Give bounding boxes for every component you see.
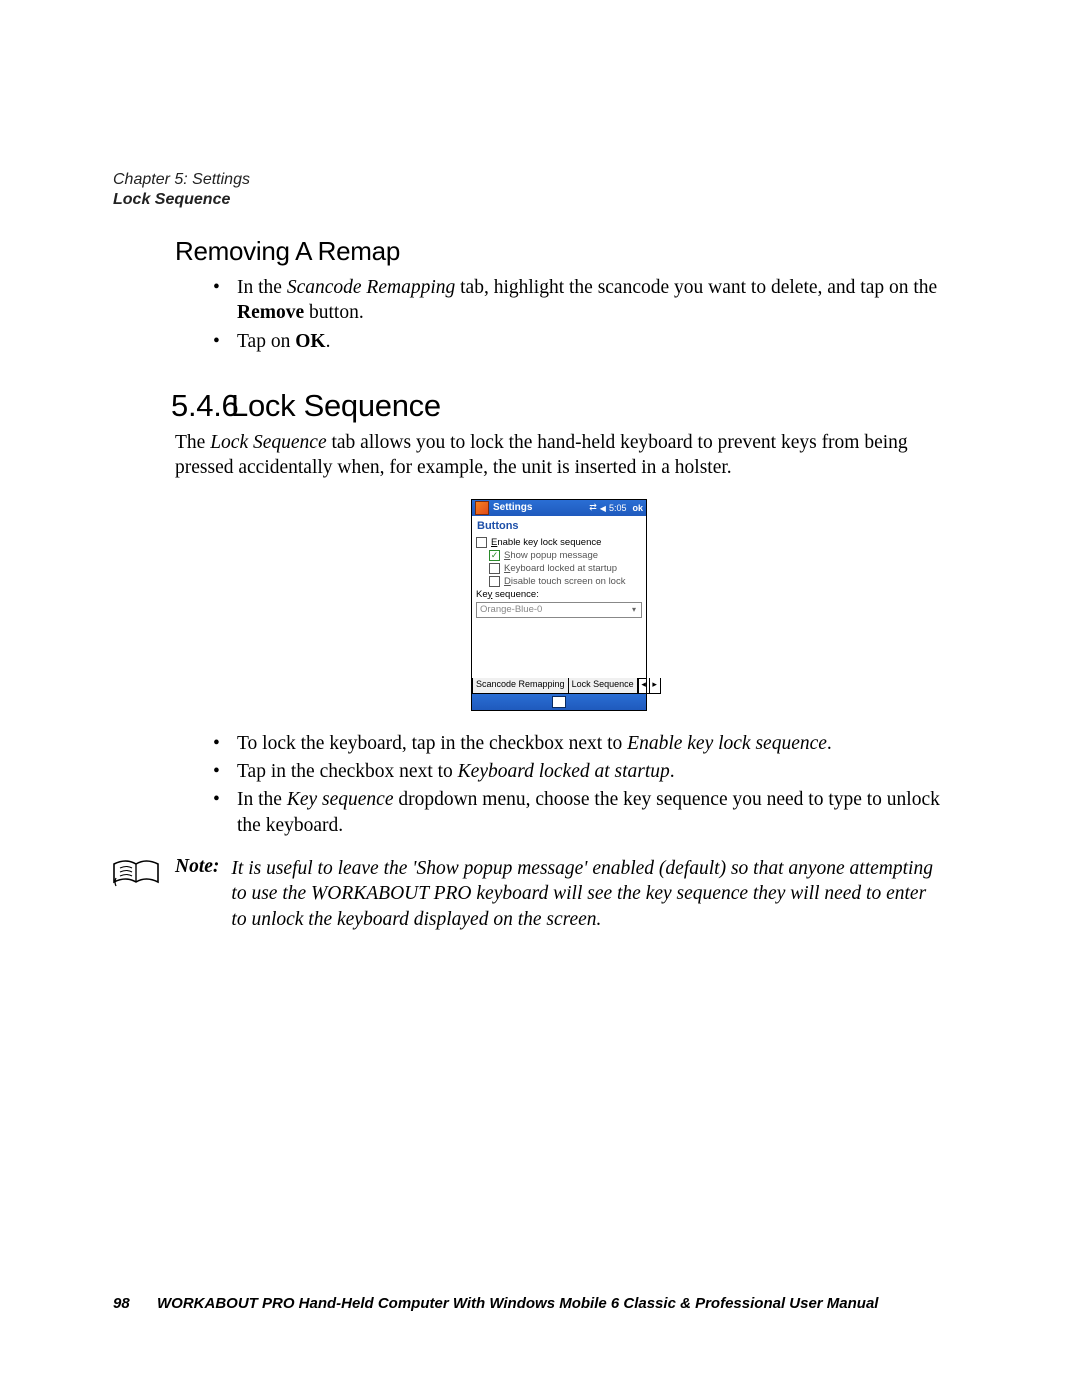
key-sequence-select[interactable]: Orange-Blue-0: [476, 602, 642, 618]
tab-scancode-remapping[interactable]: Scancode Remapping: [472, 678, 569, 694]
start-icon[interactable]: [475, 501, 489, 515]
list-item: In the Key sequence dropdown menu, choos…: [213, 787, 943, 838]
wm-time: 5:05: [609, 503, 627, 513]
checkbox-enable-lock[interactable]: [476, 537, 487, 548]
remove-remap-steps: In the Scancode Remapping tab, highlight…: [213, 275, 943, 354]
wm-subtitle: Buttons: [472, 516, 646, 536]
wm-body: Enable key lock sequence Show popup mess…: [472, 536, 646, 678]
key-sequence-value: Orange-Blue-0: [480, 604, 542, 615]
note-text: It is useful to leave the 'Show popup me…: [231, 856, 943, 932]
ok-button[interactable]: ok: [632, 503, 643, 513]
checkbox-show-popup[interactable]: [489, 550, 500, 561]
key-sequence-label: Key sequence:: [476, 588, 642, 601]
chevron-down-icon: [629, 604, 639, 615]
opt-show-popup: Show popup message: [476, 549, 642, 562]
footer-title: WORKABOUT PRO Hand-Held Computer With Wi…: [157, 1295, 878, 1312]
wm-title-bar: Settings 5:05 ok: [472, 500, 646, 516]
page-footer: 98 WORKABOUT PRO Hand-Held Computer With…: [113, 1295, 943, 1312]
note-label: Note:: [175, 856, 231, 878]
heading-text: Lock Sequence: [231, 388, 441, 423]
volume-icon: [600, 503, 606, 513]
tab-scroll-left[interactable]: ◂: [639, 678, 649, 693]
heading-lock-sequence: 5.4.6Lock Sequence: [171, 388, 943, 424]
list-item: Tap on OK.: [213, 329, 943, 354]
heading-removing-a-remap: Removing A Remap: [175, 236, 943, 267]
opt-disable-touch: Disable touch screen on lock: [476, 575, 642, 588]
list-item: In the Scancode Remapping tab, highlight…: [213, 275, 943, 326]
tab-scroll: ◂ ▸: [638, 678, 661, 694]
list-item: To lock the keyboard, tap in the checkbo…: [213, 731, 943, 756]
heading-number: 5.4.6: [171, 388, 231, 424]
checkbox-locked-startup[interactable]: [489, 563, 500, 574]
wm-device-screen: Settings 5:05 ok Buttons Enable key lock…: [471, 499, 647, 711]
lock-sequence-steps: To lock the keyboard, tap in the checkbo…: [213, 731, 943, 838]
keyboard-icon[interactable]: [552, 696, 566, 708]
page-number: 98: [113, 1295, 157, 1312]
book-icon: [110, 858, 162, 893]
wm-status-icons: 5:05 ok: [589, 502, 643, 513]
running-header: Chapter 5: Settings Lock Sequence: [113, 170, 250, 210]
tab-lock-sequence[interactable]: Lock Sequence: [569, 678, 638, 694]
checkbox-disable-touch[interactable]: [489, 576, 500, 587]
connectivity-icon: [589, 502, 597, 513]
wm-tab-strip: Scancode Remapping Lock Sequence ◂ ▸: [472, 678, 646, 694]
note-block: Note: It is useful to leave the 'Show po…: [175, 856, 943, 932]
opt-locked-startup: Keyboard locked at startup: [476, 562, 642, 575]
tab-scroll-right[interactable]: ▸: [649, 678, 660, 693]
wm-title: Settings: [493, 502, 589, 513]
chapter-label: Chapter 5: Settings: [113, 171, 250, 188]
wm-bottom-bar: [472, 694, 646, 710]
settings-screenshot: Settings 5:05 ok Buttons Enable key lock…: [175, 499, 943, 711]
section-label: Lock Sequence: [113, 190, 250, 210]
list-item: Tap in the checkbox next to Keyboard loc…: [213, 759, 943, 784]
opt-enable-lock: Enable key lock sequence: [476, 536, 642, 549]
lock-sequence-intro: The Lock Sequence tab allows you to lock…: [175, 430, 943, 481]
